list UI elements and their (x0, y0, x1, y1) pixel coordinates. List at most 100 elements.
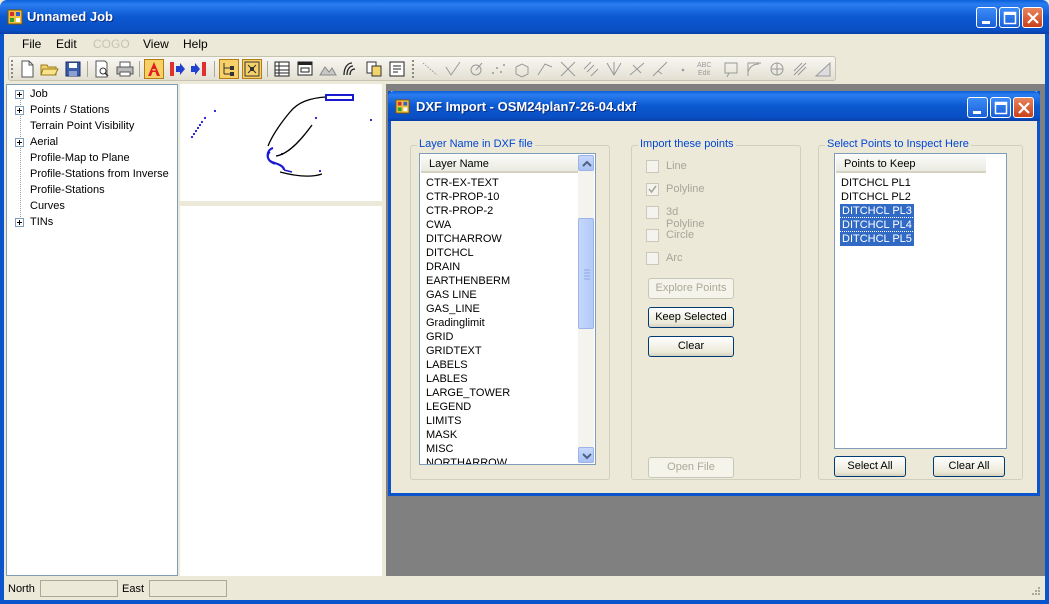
terrain-button[interactable] (318, 59, 338, 79)
intersect-tool-button[interactable] (558, 59, 578, 79)
job-tree[interactable]: Job Points / Stations Terrain Point Visi… (6, 84, 178, 576)
dialog-maximize-button[interactable] (990, 97, 1011, 118)
window-title-bar[interactable]: Unnamed Job (0, 0, 1049, 34)
layer-list-scrollbar[interactable] (578, 155, 594, 463)
menu-help[interactable]: Help (183, 37, 208, 51)
layer-list-item[interactable]: DITCHCL (426, 246, 474, 260)
layer-list-item[interactable]: LABELS (426, 358, 468, 372)
layer-list-item[interactable]: CWA (426, 218, 451, 232)
annotate-tool-button[interactable] (721, 59, 741, 79)
layer-list-item[interactable]: GRIDTEXT (426, 344, 482, 358)
point-list-item[interactable]: DITCHCL PL1 (841, 176, 911, 190)
layer-list-item[interactable]: GRID (426, 330, 454, 344)
bisect-tool-button[interactable] (604, 59, 624, 79)
close-button[interactable] (1022, 7, 1043, 28)
layer-list-item[interactable]: GAS LINE (426, 288, 477, 302)
toolbar-grip[interactable] (412, 60, 415, 78)
print-preview-button[interactable] (92, 59, 112, 79)
secondary-view[interactable] (180, 206, 382, 576)
point-list-item[interactable]: DITCHCL PL2 (841, 190, 911, 204)
new-file-button[interactable] (17, 59, 37, 79)
expand-icon[interactable] (15, 138, 24, 147)
point-list-item[interactable]: DITCHCL PL5 (839, 231, 915, 247)
arc-tool-button[interactable] (744, 59, 764, 79)
import-points-button[interactable] (189, 59, 209, 79)
print-button[interactable] (115, 59, 135, 79)
expand-icon[interactable] (15, 90, 24, 99)
grid-tool-button[interactable] (512, 59, 532, 79)
circle-tool-button[interactable] (466, 59, 486, 79)
layer-list-item[interactable]: DRAIN (426, 260, 460, 274)
contour-button[interactable] (340, 59, 360, 79)
extend-tool-button[interactable] (650, 59, 670, 79)
menu-cogo[interactable]: COGO (93, 37, 130, 51)
polyline-tool-button[interactable] (535, 59, 555, 79)
layer-list-item[interactable]: LABLES (426, 372, 468, 386)
explore-points-button[interactable]: Explore Points (648, 278, 734, 299)
text-tool-button[interactable] (144, 59, 164, 79)
point-list-item[interactable]: DITCHCL PL4 (839, 217, 915, 233)
export-points-button[interactable] (167, 59, 187, 79)
keep-selected-button[interactable]: Keep Selected (648, 307, 734, 328)
save-button[interactable] (63, 59, 83, 79)
layer-list-item[interactable]: LIMITS (426, 414, 461, 428)
triangle-tool-button[interactable] (813, 59, 833, 79)
layers-button[interactable] (364, 59, 384, 79)
layer-list-item[interactable]: MISC (426, 442, 454, 456)
save-icon (65, 61, 81, 77)
resize-grip-icon[interactable] (1029, 586, 1041, 598)
layer-list-item[interactable]: CTR-PROP-10 (426, 190, 499, 204)
layer-list-item[interactable]: MASK (426, 428, 457, 442)
properties-button[interactable] (387, 59, 407, 79)
edit-text-button[interactable]: ABC Edit (696, 59, 716, 79)
line-tool-button[interactable] (420, 59, 440, 79)
menu-file[interactable]: File (22, 37, 41, 51)
zoom-extents-toggle[interactable] (242, 59, 262, 79)
dialog-minimize-button[interactable] (967, 97, 988, 118)
point-list-item[interactable]: DITCHCL PL3 (839, 203, 915, 219)
layer-list-item[interactable]: NORTHARROW (426, 456, 507, 464)
angle-tool-button[interactable] (443, 59, 463, 79)
clear-button[interactable]: Clear (648, 336, 734, 357)
point-tool-button[interactable] (673, 59, 693, 79)
scroll-up-button[interactable] (578, 155, 594, 171)
expand-icon[interactable] (15, 106, 24, 115)
layer-list-item[interactable]: LEGEND (426, 400, 471, 414)
layer-list-item[interactable]: CTR-PROP-2 (426, 204, 493, 218)
table-view-button[interactable] (272, 59, 292, 79)
plot-preview[interactable] (180, 84, 382, 204)
menu-view[interactable]: View (143, 37, 169, 51)
clear-all-button[interactable]: Clear All (933, 456, 1005, 477)
perpendicular-tool-button[interactable] (627, 59, 647, 79)
points-list-header[interactable]: Points to Keep (836, 155, 986, 173)
window-view-button[interactable] (295, 59, 315, 79)
layer-list-item[interactable]: Gradinglimit (426, 316, 485, 330)
offset-tool-button[interactable] (581, 59, 601, 79)
points-to-keep-list[interactable]: Points to Keep DITCHCL PL1 DITCHCL PL2 DIT… (834, 153, 1007, 449)
layer-list-item[interactable]: EARTHENBERM (426, 274, 510, 288)
scroll-down-button[interactable] (578, 447, 594, 463)
open-file-button[interactable]: Open File (648, 457, 734, 478)
tree-view-toggle[interactable] (219, 59, 239, 79)
layer-list[interactable]: Layer Name CTR-EX-TEXT CTR-PROP-10 CTR-PRO… (419, 153, 596, 465)
hatch-tool-button[interactable] (790, 59, 810, 79)
layer-list-item[interactable]: CTR-EX-TEXT (426, 176, 499, 190)
expand-icon[interactable] (15, 218, 24, 227)
dialog-title-bar[interactable]: DXF Import - OSM24plan7-26-04.dxf (388, 91, 1040, 121)
layer-list-item[interactable]: DITCHARROW (426, 232, 502, 246)
dialog-close-button[interactable] (1013, 97, 1034, 118)
layer-list-item[interactable]: LARGE_TOWER (426, 386, 510, 400)
status-bar: North East (4, 578, 1045, 600)
curve-tool-button[interactable] (767, 59, 787, 79)
maximize-icon (1003, 11, 1017, 25)
minimize-button[interactable] (976, 7, 997, 28)
select-all-button[interactable]: Select All (834, 456, 906, 477)
toolbar-grip[interactable] (11, 60, 14, 78)
scroll-thumb[interactable] (578, 218, 594, 329)
layer-list-header[interactable]: Layer Name (421, 155, 579, 173)
maximize-button[interactable] (999, 7, 1020, 28)
points-tool-button[interactable] (489, 59, 509, 79)
menu-edit[interactable]: Edit (56, 37, 77, 51)
open-folder-button[interactable] (39, 59, 59, 79)
layer-list-item[interactable]: GAS_LINE (426, 302, 480, 316)
